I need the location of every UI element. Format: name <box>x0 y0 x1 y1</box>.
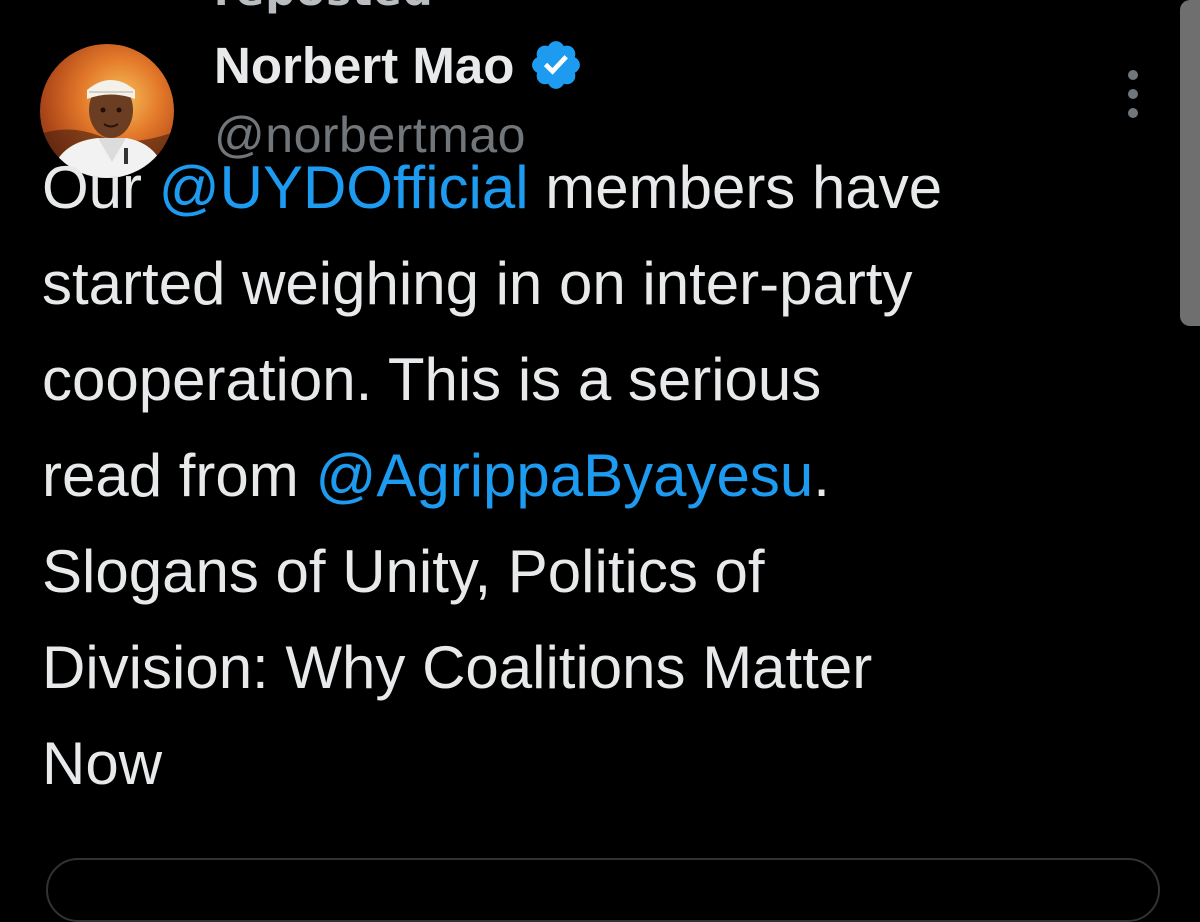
more-dot <box>1128 108 1138 118</box>
quoted-tweet-card[interactable] <box>46 858 1160 922</box>
more-options-icon[interactable] <box>1118 70 1148 118</box>
tweet-text-segment: Our <box>42 154 159 221</box>
verified-badge-icon[interactable] <box>528 37 584 93</box>
tweet-line: Division: Why Coalitions Matter <box>42 620 1162 716</box>
tweet-text-segment: started weighing in on inter-party <box>42 250 913 317</box>
tweet-line: started weighing in on inter-party <box>42 236 1162 332</box>
author-name-row: Norbert Mao <box>214 34 584 96</box>
mention-link[interactable]: @UYDOfficial <box>159 154 529 221</box>
tweet-line: Our @UYDOfficial members have <box>42 140 1162 236</box>
tweet-line: Slogans of Unity, Politics of <box>42 524 1162 620</box>
tweet-text-segment: read from <box>42 442 316 509</box>
tweet-text-segment: cooperation. This is a serious <box>42 346 822 413</box>
more-dot <box>1128 89 1138 99</box>
tweet-text-segment: Now <box>42 730 163 797</box>
tweet-line: Now <box>42 716 1162 812</box>
author-display-name[interactable]: Norbert Mao <box>214 36 514 95</box>
tweet-text-segment: . <box>813 442 830 509</box>
tweet-line: read from @AgrippaByayesu. <box>42 428 1162 524</box>
tweet-line: cooperation. This is a serious <box>42 332 1162 428</box>
tweet-text-segment: Division: Why Coalitions Matter <box>42 634 873 701</box>
reposted-label: reposted <box>214 0 434 15</box>
mention-link[interactable]: @AgrippaByayesu <box>315 442 813 509</box>
tweet-text: Our @UYDOfficial members have started wei… <box>42 140 1162 812</box>
more-dot <box>1128 70 1138 80</box>
tweet-text-segment: Slogans of Unity, Politics of <box>42 538 765 605</box>
tweet-text-segment: members have <box>528 154 943 221</box>
scrollbar[interactable] <box>1180 0 1200 326</box>
